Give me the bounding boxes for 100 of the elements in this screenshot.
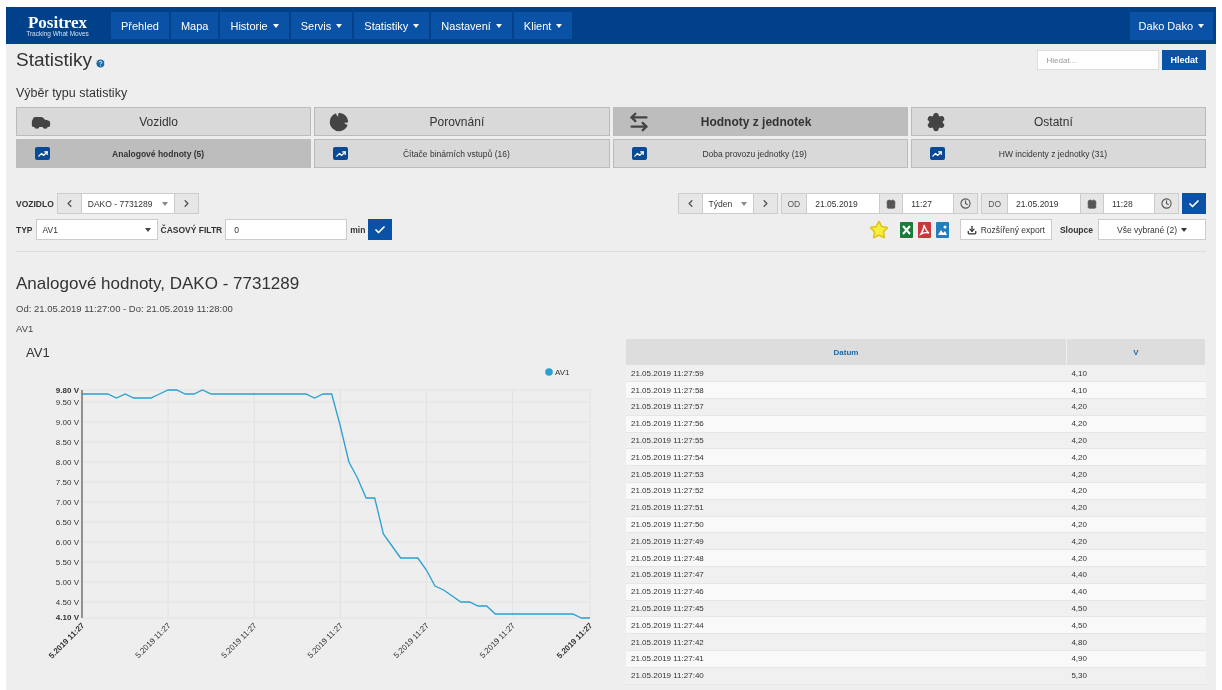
chart-icon xyxy=(333,147,349,160)
table-cell: 4,20 xyxy=(1066,549,1206,567)
table-cell: 21.05.2019 11:27:53 xyxy=(626,465,1067,483)
category-tab[interactable]: Vozidlo xyxy=(16,107,312,136)
check-icon xyxy=(1188,197,1200,210)
arrows-icon xyxy=(627,110,650,133)
table-cell: 4,80 xyxy=(1066,633,1206,651)
table-cell: 4,20 xyxy=(1066,465,1206,483)
table-cell: 21.05.2019 11:27:57 xyxy=(626,398,1067,416)
table-cell: 4,40 xyxy=(1066,583,1206,601)
y-tick-label: 8.50 V xyxy=(55,438,79,447)
report-title: Analogové hodnoty, DAKO - 7731289 xyxy=(16,274,301,294)
caret-icon xyxy=(272,23,279,28)
table-cell: 4,10 xyxy=(1066,381,1206,399)
caret-icon xyxy=(336,23,343,28)
category-tab[interactable]: Porovnání xyxy=(314,107,610,136)
export-button[interactable]: Rozšířený export xyxy=(959,219,1052,240)
chart-title: AV1 xyxy=(26,345,50,360)
apply-button[interactable] xyxy=(1182,193,1206,214)
nav-item[interactable]: Přehled xyxy=(111,12,169,39)
y-tick-label: 9.80 V xyxy=(55,386,79,395)
columns-label: Sloupce xyxy=(1059,224,1093,235)
table-cell: 21.05.2019 11:27:47 xyxy=(626,566,1067,584)
table-cell: 4,20 xyxy=(1066,482,1206,500)
chart-icon xyxy=(631,147,647,160)
section-label: Výběr typu statistiky xyxy=(16,86,129,100)
nav-item[interactable]: Mapa xyxy=(170,12,219,39)
pie-chart-icon xyxy=(329,111,350,132)
table-cell: 21.05.2019 11:27:42 xyxy=(626,633,1067,651)
channel-label: AV1 xyxy=(16,323,35,334)
y-tick-label: 9.00 V xyxy=(55,418,79,427)
help-icon[interactable] xyxy=(95,57,107,69)
table-cell: 5,30 xyxy=(1066,667,1206,685)
user-menu-button[interactable]: Dako Dako xyxy=(1129,11,1213,40)
subcategory-tab[interactable]: HW incidenty z jednotky (31) xyxy=(910,139,1206,168)
table-cell: 21.05.2019 11:27:41 xyxy=(626,650,1067,668)
subcategory-tab[interactable]: Analogové hodnoty (5) xyxy=(16,139,312,168)
caret-icon xyxy=(1181,227,1187,232)
y-tick-label: 6.50 V xyxy=(55,518,79,527)
table-cell: 21.05.2019 11:27:40 xyxy=(626,667,1067,685)
legend-label: AV1 xyxy=(555,368,570,377)
type-label: TYP xyxy=(16,224,33,235)
table-cell: 21.05.2019 11:27:55 xyxy=(626,432,1067,449)
nav-item[interactable]: Historie xyxy=(220,12,289,39)
star-icon[interactable] xyxy=(868,219,889,240)
table-cell: 21.05.2019 11:27:48 xyxy=(626,549,1067,567)
apply-button[interactable] xyxy=(368,219,393,240)
search-button[interactable]: Hledat xyxy=(1162,50,1206,70)
table-cell: 4,10 xyxy=(1066,365,1206,382)
pdf-icon[interactable] xyxy=(917,221,931,238)
nav-item[interactable]: Nastavení xyxy=(431,12,512,39)
nav-item[interactable]: Statistiky xyxy=(354,12,430,39)
table-cell: 21.05.2019 11:27:49 xyxy=(626,532,1067,550)
time-filter-field[interactable]: 0 xyxy=(225,219,348,240)
table-cell: 4,50 xyxy=(1066,600,1206,617)
nav-item[interactable]: Klient xyxy=(513,12,573,39)
y-tick-label: 4.50 V xyxy=(55,598,79,607)
unit-label: min xyxy=(350,224,366,235)
search-field[interactable]: Hledat... xyxy=(1037,50,1160,70)
caret-icon xyxy=(413,23,420,28)
y-tick-label: 7.00 V xyxy=(55,498,79,507)
column-header[interactable]: Datum xyxy=(626,339,1067,365)
category-tab[interactable]: Hodnoty z jednotek xyxy=(612,107,908,136)
table-cell: 4,20 xyxy=(1066,516,1206,533)
caret-icon xyxy=(144,227,151,232)
table-cell: 21.05.2019 11:27:44 xyxy=(626,616,1067,634)
type-select[interactable]: AV1 xyxy=(35,219,158,240)
column-header[interactable]: V xyxy=(1066,339,1206,365)
table-cell: 21.05.2019 11:27:58 xyxy=(626,381,1067,399)
y-tick-label: 5.50 V xyxy=(55,558,79,567)
table-cell: 21.05.2019 11:27:51 xyxy=(626,499,1067,517)
y-tick-label: 7.50 V xyxy=(55,478,79,487)
caret-icon xyxy=(1198,23,1204,28)
table-cell: 4,40 xyxy=(1066,566,1206,584)
table-cell: 21.05.2019 11:27:46 xyxy=(626,583,1067,601)
columns-dropdown[interactable]: Vše vybrané (2) xyxy=(1098,219,1206,240)
subcategory-tab[interactable]: Čítače binárních vstupů (16) xyxy=(314,139,610,168)
caret-icon xyxy=(495,23,502,28)
y-tick-label: 6.00 V xyxy=(55,538,79,547)
y-tick-label: 4.10 V xyxy=(55,613,79,622)
y-tick-label: 5.00 V xyxy=(55,578,79,587)
y-tick-label: 8.00 V xyxy=(55,458,79,467)
time-filter-label: ČASOVÝ FILTR xyxy=(160,224,223,235)
table-cell: 4,20 xyxy=(1066,432,1206,449)
category-tab[interactable]: Ostatní xyxy=(910,107,1206,136)
table-cell: 21.05.2019 11:27:56 xyxy=(626,415,1067,433)
image-icon[interactable] xyxy=(935,221,949,238)
table-cell: 4,20 xyxy=(1066,532,1206,550)
subcategory-tab[interactable]: Doba provozu jednotky (19) xyxy=(612,139,908,168)
table-cell: 4,20 xyxy=(1066,449,1206,466)
y-tick-label: 9.50 V xyxy=(55,398,79,407)
check-icon xyxy=(374,223,387,236)
table-cell: 21.05.2019 11:27:54 xyxy=(626,449,1067,466)
table-cell: 4,50 xyxy=(1066,616,1206,634)
table-cell: 4,90 xyxy=(1066,650,1206,668)
table-cell: 4,20 xyxy=(1066,499,1206,517)
caret-icon xyxy=(556,23,563,28)
table-cell: 21.05.2019 11:27:45 xyxy=(626,600,1067,617)
nav-item[interactable]: Servis xyxy=(290,12,353,39)
excel-icon[interactable] xyxy=(899,221,913,238)
